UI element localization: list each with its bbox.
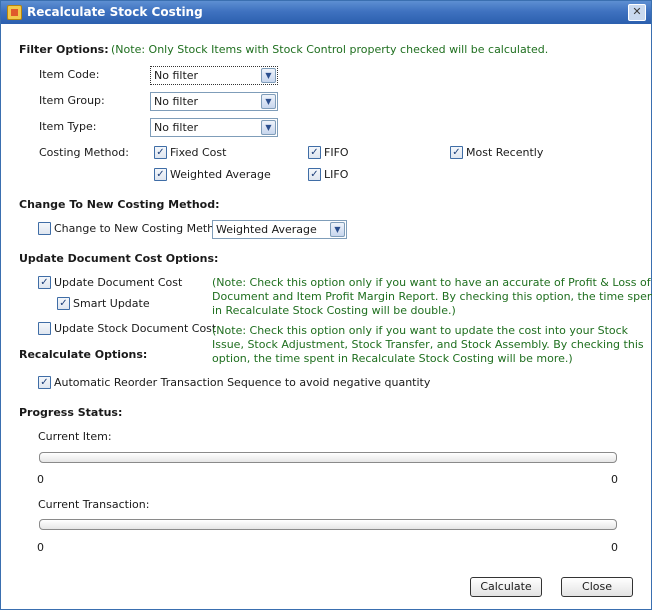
- current-item-label: Current Item:: [38, 430, 112, 443]
- chevron-down-icon: ▼: [261, 94, 276, 109]
- fifo-checkbox[interactable]: ✓: [308, 146, 321, 159]
- chevron-down-icon: ▼: [330, 222, 345, 237]
- weighted-average-checkbox[interactable]: ✓: [154, 168, 167, 181]
- costing-method-label: Costing Method:: [39, 146, 129, 159]
- item-group-label: Item Group:: [39, 94, 105, 107]
- update-document-cost-label: Update Document Cost: [54, 276, 183, 289]
- auto-reorder-label: Automatic Reorder Transaction Sequence t…: [54, 376, 431, 389]
- filter-options-heading: Filter Options:: [19, 43, 109, 56]
- change-method-label: Change to New Costing Method: [54, 222, 228, 235]
- fixed-cost-checkbox[interactable]: ✓: [154, 146, 167, 159]
- current-item-min: 0: [37, 473, 44, 486]
- update-stock-note-line-1: (Note: Check this option only if you wan…: [212, 324, 629, 337]
- current-transaction-max: 0: [611, 541, 618, 554]
- current-item-max: 0: [611, 473, 618, 486]
- fixed-cost-label: Fixed Cost: [170, 146, 227, 159]
- new-costing-method-select[interactable]: Weighted Average ▼: [212, 220, 347, 239]
- current-transaction-min: 0: [37, 541, 44, 554]
- item-type-value: No filter: [154, 121, 199, 134]
- item-type-select[interactable]: No filter ▼: [150, 118, 278, 137]
- lifo-checkbox[interactable]: ✓: [308, 168, 321, 181]
- current-transaction-label: Current Transaction:: [38, 498, 150, 511]
- update-stock-note-line-2: Issue, Stock Adjustment, Stock Transfer,…: [212, 338, 644, 351]
- close-window-button[interactable]: ✕: [628, 4, 646, 21]
- change-method-heading: Change To New Costing Method:: [19, 198, 220, 211]
- update-doc-heading: Update Document Cost Options:: [19, 252, 219, 265]
- chevron-down-icon: ▼: [261, 68, 276, 83]
- update-cost-note-line-2: Document and Item Profit Margin Report. …: [212, 290, 652, 303]
- item-group-value: No filter: [154, 95, 199, 108]
- smart-update-checkbox[interactable]: ✓: [57, 297, 70, 310]
- update-cost-note-line-1: (Note: Check this option only if you wan…: [212, 276, 651, 289]
- item-code-value: No filter: [154, 69, 199, 82]
- progress-status-heading: Progress Status:: [19, 406, 123, 419]
- item-code-select[interactable]: No filter ▼: [150, 66, 278, 85]
- title-bar: Recalculate Stock Costing ✕: [1, 1, 651, 24]
- app-icon: [7, 5, 22, 20]
- current-transaction-progress-bar: [39, 519, 617, 530]
- new-costing-method-value: Weighted Average: [216, 223, 317, 236]
- item-type-label: Item Type:: [39, 120, 97, 133]
- update-stock-document-cost-checkbox[interactable]: [38, 322, 51, 335]
- window-title: Recalculate Stock Costing: [27, 5, 203, 19]
- fifo-label: FIFO: [324, 146, 349, 159]
- dialog-window: Recalculate Stock Costing ✕ Filter Optio…: [0, 0, 652, 610]
- most-recently-label: Most Recently: [466, 146, 544, 159]
- smart-update-label: Smart Update: [73, 297, 150, 310]
- item-code-label: Item Code:: [39, 68, 100, 81]
- filter-note: (Note: Only Stock Items with Stock Contr…: [111, 43, 549, 56]
- update-document-cost-checkbox[interactable]: ✓: [38, 276, 51, 289]
- weighted-average-label: Weighted Average: [170, 168, 271, 181]
- chevron-down-icon: ▼: [261, 120, 276, 135]
- close-button[interactable]: Close: [561, 577, 633, 597]
- current-item-progress-bar: [39, 452, 617, 463]
- recalculate-options-heading: Recalculate Options:: [19, 348, 148, 361]
- lifo-label: LIFO: [324, 168, 349, 181]
- update-cost-note-line-3: in Recalculate Stock Costing will be dou…: [212, 304, 456, 317]
- auto-reorder-checkbox[interactable]: ✓: [38, 376, 51, 389]
- most-recently-checkbox[interactable]: ✓: [450, 146, 463, 159]
- update-stock-note-line-3: option, the time spent in Recalculate St…: [212, 352, 573, 365]
- item-group-select[interactable]: No filter ▼: [150, 92, 278, 111]
- change-method-checkbox[interactable]: [38, 222, 51, 235]
- calculate-button[interactable]: Calculate: [470, 577, 542, 597]
- update-stock-document-cost-label: Update Stock Document Cost: [54, 322, 217, 335]
